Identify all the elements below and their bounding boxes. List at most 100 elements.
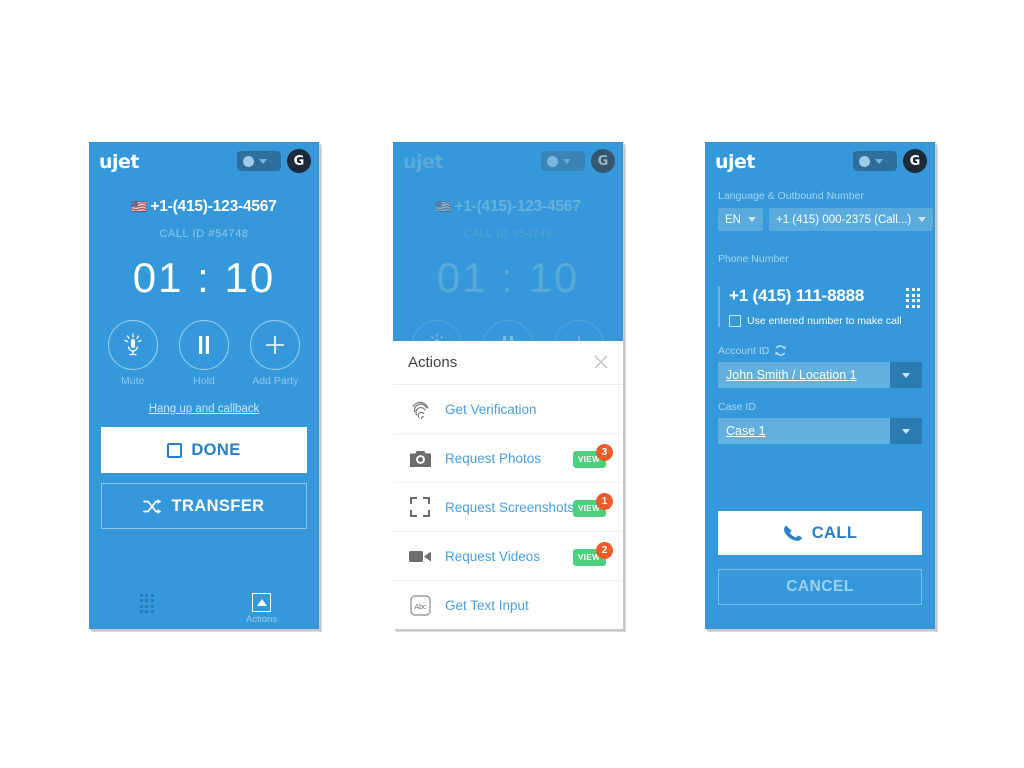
flag-icon: 🇺🇸 <box>435 199 452 214</box>
fingerprint-icon <box>407 399 433 420</box>
language-row: EN +1 (415) 000-2375 (Call...) <box>718 208 934 231</box>
ujet-logo: ujet <box>403 150 444 173</box>
account-id-value: John Smith / Location 1 <box>718 362 890 388</box>
add-party-button[interactable] <box>250 320 301 370</box>
mute-button[interactable] <box>107 320 158 370</box>
dialpad-icon[interactable] <box>906 288 920 308</box>
outbound-number-value: +1 (415) 000-2375 (Call...) <box>775 213 912 226</box>
chevron-down-icon <box>563 158 571 164</box>
action-label: Get Verification <box>445 401 537 417</box>
case-id-dropdown-arrow[interactable] <box>890 418 922 444</box>
bottom-tabbar: Actions <box>89 585 319 629</box>
tab-actions[interactable]: Actions <box>204 593 319 625</box>
transfer-label: TRANSFER <box>171 496 265 515</box>
action-request-screenshots[interactable]: Request Screenshots VIEW 1 <box>393 483 623 532</box>
call-id-dimmed: CALL ID #54748 <box>463 228 553 240</box>
refresh-icon[interactable] <box>774 344 787 357</box>
close-icon[interactable] <box>593 354 609 370</box>
actions-panel: ujet G 🇺🇸 +1-(415)-123-4567 CALL ID #5474… <box>393 142 623 629</box>
language-label: Language & Outbound Number <box>718 190 864 202</box>
hold-control[interactable]: Hold <box>173 320 235 387</box>
account-id-label-text: Account ID <box>718 344 770 357</box>
actions-sheet: Actions Get Verification Request Photos … <box>393 341 623 629</box>
dialer-panel: ujet G Language & Outbound Number EN +1 … <box>705 142 935 629</box>
call-panel: ujet G 🇺🇸 +1-(415)-123-4567 CALL ID #5474… <box>89 142 319 629</box>
microphone-icon <box>124 333 142 356</box>
case-id-value: Case 1 <box>718 418 890 444</box>
avatar[interactable]: G <box>591 149 615 173</box>
transfer-button[interactable]: TRANSFER <box>101 483 307 529</box>
language-select[interactable]: EN <box>718 208 763 231</box>
header-controls: G <box>237 149 311 173</box>
account-id-dropdown-arrow[interactable] <box>890 362 922 388</box>
panel-header: ujet G <box>89 142 319 182</box>
use-entered-number-checkbox[interactable] <box>729 315 741 327</box>
chevron-down-icon <box>259 158 267 164</box>
action-badges: VIEW 1 <box>573 493 613 519</box>
status-toggle[interactable] <box>237 151 281 171</box>
action-request-photos[interactable]: Request Photos VIEW 3 <box>393 434 623 483</box>
cancel-label: CANCEL <box>786 578 854 595</box>
hangup-callback-link[interactable]: Hang up and callback <box>149 403 260 415</box>
count-badge: 3 <box>596 444 613 461</box>
chevron-down-icon <box>918 217 927 222</box>
done-button[interactable]: DONE <box>101 427 307 473</box>
call-controls: Mute Hold Add Party <box>89 320 319 387</box>
use-entered-number-label: Use entered number to make call <box>747 315 902 327</box>
caller-number-dimmed: 🇺🇸 +1-(415)-123-4567 <box>393 198 623 216</box>
phone-number-label: Phone Number <box>718 253 789 265</box>
outbound-number-select[interactable]: +1 (415) 000-2375 (Call...) <box>768 208 934 231</box>
status-dot-icon <box>547 155 558 167</box>
avatar[interactable]: G <box>903 149 927 173</box>
phone-number-field[interactable]: +1 (415) 111-8888 Use entered number to … <box>718 286 922 327</box>
account-section: Account ID John Smith / Location 1 <box>718 344 922 388</box>
panel-header-dimmed: ujet G <box>393 142 623 182</box>
actions-icon <box>252 593 271 612</box>
svg-text:Abc: Abc <box>414 604 427 611</box>
ujet-logo: ujet <box>99 150 140 173</box>
actions-sheet-title: Actions <box>408 354 458 371</box>
hangup-callback[interactable]: Hang up and callback <box>89 399 319 417</box>
action-label: Get Text Input <box>445 598 529 613</box>
call-id: CALL ID #54748 <box>159 228 249 240</box>
camera-icon <box>407 450 433 467</box>
tab-dialpad[interactable] <box>89 593 204 626</box>
add-party-control[interactable]: Add Party <box>244 320 306 387</box>
phone-number-value: +1 (415) 111-8888 <box>729 286 865 305</box>
transfer-icon <box>143 498 162 514</box>
caller-number-text: +1-(415)-123-4567 <box>150 198 277 215</box>
phone-icon <box>783 525 802 541</box>
action-badges: VIEW 3 <box>573 444 613 470</box>
caller-number-text: +1-(415)-123-4567 <box>454 198 581 215</box>
chevron-down-icon <box>902 372 910 378</box>
cancel-button[interactable]: CANCEL <box>718 569 922 605</box>
pause-icon <box>198 336 209 354</box>
language-value: EN <box>725 213 741 226</box>
case-id-label: Case ID <box>718 401 756 413</box>
status-toggle[interactable] <box>541 151 585 171</box>
action-get-verification[interactable]: Get Verification <box>393 385 623 434</box>
status-toggle[interactable] <box>853 151 897 171</box>
chevron-down-icon <box>902 428 910 434</box>
account-id-dropdown[interactable]: John Smith / Location 1 <box>718 362 922 388</box>
action-label: Request Photos <box>445 450 542 466</box>
call-timer: 01 : 10 <box>132 254 276 301</box>
action-badges: VIEW 2 <box>573 542 613 568</box>
action-get-text-input[interactable]: Abc Get Text Input <box>393 581 623 629</box>
hold-button[interactable] <box>178 320 229 370</box>
case-id-dropdown[interactable]: Case 1 <box>718 418 922 444</box>
chevron-down-icon <box>747 217 756 222</box>
checkbox-icon <box>167 442 183 458</box>
abc-icon: Abc <box>407 595 433 616</box>
phone-section: Phone Number +1 (415) 111-8888 Use enter… <box>718 253 922 327</box>
avatar[interactable]: G <box>287 149 311 173</box>
use-entered-number-row[interactable]: Use entered number to make call <box>729 315 922 327</box>
actions-sheet-header: Actions <box>393 341 623 385</box>
mute-control[interactable]: Mute <box>102 320 164 387</box>
action-label: Request Screenshots <box>445 499 575 515</box>
call-button[interactable]: CALL <box>718 511 922 555</box>
action-request-videos[interactable]: Request Videos VIEW 2 <box>393 532 623 581</box>
dialpad-icon <box>89 593 204 613</box>
mute-label: Mute <box>120 375 145 387</box>
flag-icon: 🇺🇸 <box>131 199 148 214</box>
